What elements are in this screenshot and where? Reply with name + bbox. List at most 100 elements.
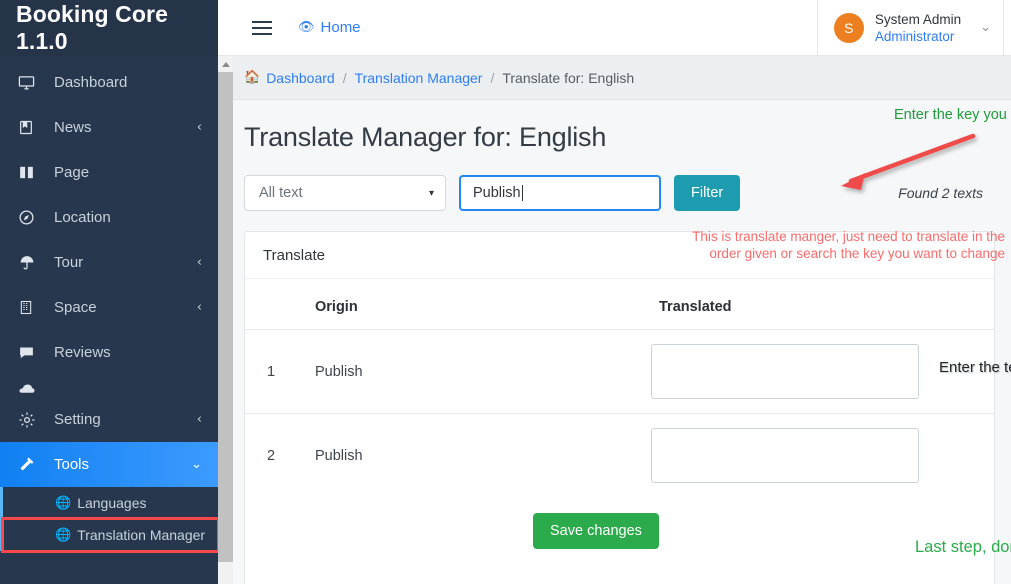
col-index <box>245 279 307 330</box>
breadcrumb-item-dashboard[interactable]: 🏠 Dashboard <box>244 70 335 86</box>
sidebar-label: Tour <box>44 254 197 271</box>
brand-title: Booking Core 1.1.0 <box>16 1 218 55</box>
monitor-icon <box>18 74 44 91</box>
sidebar-item-dashboard[interactable]: Dashboard <box>0 60 218 105</box>
user-menu[interactable]: S System Admin Administrator ⌄ <box>817 0 1004 55</box>
sidebar: Booking Core 1.1.0 Dashboard News <box>0 0 218 584</box>
sidebar-item-setting[interactable]: Setting ‹ <box>0 397 218 442</box>
chevron-down-icon: ⌄ <box>980 20 991 35</box>
chat-bubble-icon <box>18 344 44 361</box>
breadcrumb: 🏠 Dashboard / Translation Manager / Tran… <box>218 56 1011 100</box>
sidebar-label: Location <box>44 209 202 226</box>
translate-panel: Translate Origin Translated 1 Publish <box>244 231 995 584</box>
chevron-down-icon: ⌄ <box>191 457 202 472</box>
sidebar-item-reviews[interactable]: Reviews <box>0 330 218 375</box>
sidebar-sublabel: Translation Manager <box>77 527 205 543</box>
chevron-down-icon: ▾ <box>429 188 434 199</box>
sidebar-label: Setting <box>44 411 197 428</box>
chevron-left-icon: ‹ <box>197 412 202 427</box>
breadcrumb-separator: / <box>490 70 494 86</box>
scrollbar-thumb[interactable] <box>218 72 233 562</box>
filter-button[interactable]: Filter <box>674 175 740 211</box>
user-name: System Admin <box>875 11 961 28</box>
translations-table: Origin Translated 1 Publish <box>245 279 994 497</box>
scroll-up-arrow-icon[interactable] <box>218 56 233 72</box>
search-input[interactable]: Publish <box>459 175 661 211</box>
table-row: 1 Publish <box>245 330 994 414</box>
sidebar-label: Space <box>44 299 197 316</box>
main-area: 👁 Home S System Admin Administrator ⌄ 🏠 … <box>218 0 1011 584</box>
text-cursor <box>522 185 523 201</box>
home-link[interactable]: 👁 Home <box>298 19 361 36</box>
table-row: 2 Publish <box>245 414 994 498</box>
sidebar-item-tools[interactable]: Tools ⌄ <box>0 442 218 487</box>
translated-textarea[interactable] <box>651 428 919 483</box>
chevron-left-icon: ‹ <box>197 255 202 270</box>
text-type-select[interactable]: All text ▾ <box>244 175 446 211</box>
select-value: All text <box>259 185 303 201</box>
row-translated-cell <box>651 414 994 498</box>
breadcrumb-item-current: Translate for: English <box>502 70 634 86</box>
chevron-left-icon: ‹ <box>197 300 202 315</box>
umbrella-icon <box>18 254 44 271</box>
cloud-icon <box>18 383 44 395</box>
user-info: System Admin Administrator <box>875 11 961 45</box>
breadcrumb-label: Dashboard <box>266 70 335 86</box>
col-origin: Origin <box>307 279 651 330</box>
chevron-left-icon: ‹ <box>197 120 202 135</box>
building-icon <box>18 299 44 316</box>
table-body: 1 Publish 2 Publish <box>245 330 994 498</box>
row-index: 1 <box>245 330 307 414</box>
open-book-icon <box>18 164 44 181</box>
found-count: Found 2 texts <box>898 185 995 201</box>
brand-header: Booking Core 1.1.0 <box>0 0 218 56</box>
row-translated-cell <box>651 330 994 414</box>
sidebar-label: Dashboard <box>44 74 202 91</box>
page-content: Translate Manager for: English All text … <box>218 100 1011 584</box>
admin-page: Booking Core 1.1.0 Dashboard News <box>0 0 1011 584</box>
sidebar-item-partial[interactable] <box>0 375 218 397</box>
eye-icon: 👁 <box>298 20 315 35</box>
sidebar-item-news[interactable]: News ‹ <box>0 105 218 150</box>
sidebar-subitem-languages[interactable]: 🌐 Languages <box>3 487 218 519</box>
home-icon: 🏠 <box>244 70 260 85</box>
col-translated: Translated <box>651 279 994 330</box>
topbar: 👁 Home S System Admin Administrator ⌄ <box>218 0 1011 56</box>
globe-icon: 🌐 <box>55 496 71 511</box>
sidebar-scrollbar[interactable] <box>218 56 233 584</box>
sidebar-label: News <box>44 119 197 136</box>
sidebar-item-space[interactable]: Space ‹ <box>0 285 218 330</box>
breadcrumb-item-translation-manager[interactable]: Translation Manager <box>355 70 483 86</box>
user-role: Administrator <box>875 28 961 45</box>
sidebar-nav: Dashboard News ‹ Page <box>0 56 218 551</box>
row-origin: Publish <box>307 330 651 414</box>
sidebar-item-tour[interactable]: Tour ‹ <box>0 240 218 285</box>
sidebar-label: Page <box>44 164 202 181</box>
page-title: Translate Manager for: English <box>244 100 995 153</box>
translated-textarea[interactable] <box>651 344 919 399</box>
save-changes-button[interactable]: Save changes <box>533 513 659 549</box>
panel-title: Translate <box>263 247 325 264</box>
sidebar-subitem-translation-manager[interactable]: 🌐 Translation Manager <box>3 519 218 551</box>
table-header-row: Origin Translated <box>245 279 994 330</box>
breadcrumb-separator: / <box>343 70 347 86</box>
filter-bar: All text ▾ Publish Filter Found 2 texts <box>244 175 995 211</box>
book-icon <box>18 119 44 136</box>
sidebar-item-page[interactable]: Page <box>0 150 218 195</box>
row-index: 2 <box>245 414 307 498</box>
globe-icon: 🌐 <box>55 528 71 543</box>
save-row: Save changes <box>245 497 994 584</box>
avatar: S <box>834 13 864 43</box>
panel-header: Translate <box>245 232 994 279</box>
sidebar-label: Reviews <box>44 344 202 361</box>
sidebar-item-location[interactable]: Location <box>0 195 218 240</box>
row-origin: Publish <box>307 414 651 498</box>
sidebar-submenu-tools: 🌐 Languages 🌐 Translation Manager <box>0 487 218 551</box>
gear-icon <box>18 411 44 429</box>
home-label: Home <box>321 19 361 36</box>
sidebar-sublabel: Languages <box>77 495 146 511</box>
compass-icon <box>18 209 44 226</box>
sidebar-label: Tools <box>44 456 191 473</box>
hammer-icon <box>18 455 44 474</box>
hamburger-icon[interactable] <box>252 17 272 39</box>
